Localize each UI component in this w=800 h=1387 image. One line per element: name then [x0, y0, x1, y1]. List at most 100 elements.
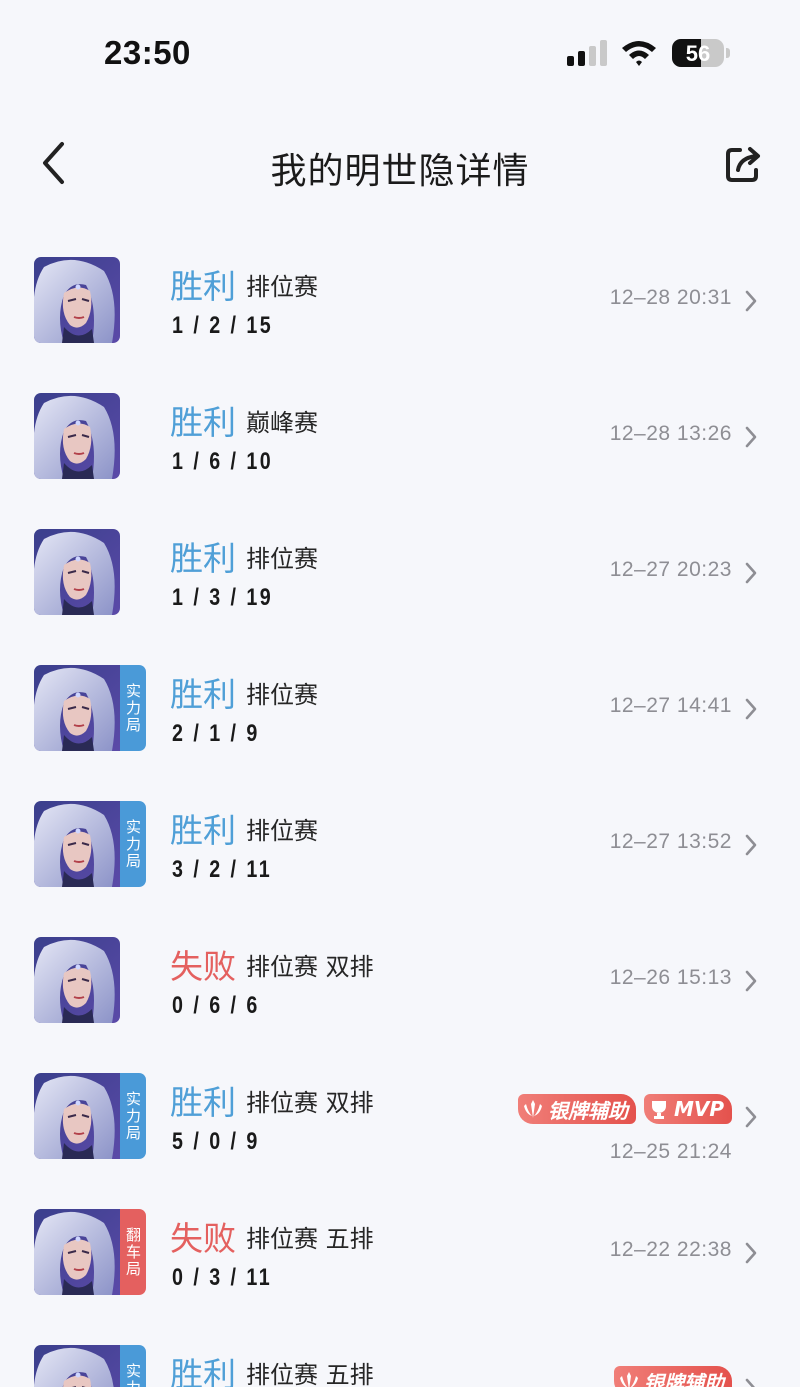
hero-portrait-icon	[34, 801, 120, 887]
match-row[interactable]: 胜利 巅峰赛 1 / 6 / 10 12–28 13:26	[0, 368, 800, 504]
battery-tip	[726, 48, 730, 58]
hero-portrait-icon	[34, 665, 120, 751]
match-row[interactable]: 翻车局 失败 排位赛 五排 0 / 3 / 11 12–22 22:38	[0, 1184, 800, 1320]
wifi-icon	[622, 41, 656, 66]
trophy-icon	[648, 1098, 670, 1120]
status-bar: 23:50 56	[0, 0, 800, 110]
hero-avatar: 实力局	[34, 665, 146, 751]
chevron-right-icon	[745, 290, 757, 312]
battery-icon: 56	[672, 39, 724, 67]
honor-badges: 银牌辅助 MVP	[517, 1094, 732, 1126]
chevron-right-icon	[745, 1106, 757, 1128]
honor-badges: 银牌辅助	[614, 1366, 732, 1387]
match-tag-badge: 实力局	[120, 801, 146, 887]
hero-avatar	[34, 937, 120, 1023]
result-label: 胜利	[170, 1083, 236, 1122]
battery-percent: 56	[685, 41, 711, 66]
page-title: 我的明世隐详情	[270, 151, 530, 192]
match-row[interactable]: 实力局胜利排位赛 五排银牌辅助	[0, 1320, 800, 1387]
match-row[interactable]: 实力局 胜利 排位赛 2 / 1 / 9 12–27 14:41	[0, 640, 800, 776]
hero-avatar: 实力局	[34, 801, 146, 887]
match-time: 12–27 20:23	[609, 558, 732, 581]
result-line: 失败 排位赛 五排	[170, 1212, 374, 1258]
result-label: 胜利	[170, 1355, 236, 1387]
match-time: 12–27 13:52	[609, 830, 732, 853]
match-row[interactable]: 胜利 排位赛 1 / 2 / 15 12–28 20:31	[0, 232, 800, 368]
badge-label: 银牌辅助	[547, 1098, 628, 1123]
honor-badge: 银牌辅助	[614, 1366, 732, 1387]
match-list: 胜利 排位赛 1 / 2 / 15 12–28 20:31 胜利 巅峰赛 1 / 6 / 1…	[0, 232, 800, 1387]
kda-stats: 0 / 3 / 11	[172, 1264, 273, 1291]
result-label: 胜利	[170, 675, 236, 714]
kda-stats: 1 / 6 / 10	[172, 448, 274, 475]
result-line: 胜利 排位赛 双排	[170, 1076, 374, 1122]
status-time: 23:50	[104, 34, 191, 71]
cellular-signal-icon	[567, 40, 607, 66]
hero-portrait-icon	[34, 1345, 120, 1387]
result-line: 胜利 排位赛	[170, 532, 318, 578]
hero-avatar: 实力局	[34, 1073, 146, 1159]
hero-portrait-icon	[34, 529, 120, 615]
result-line: 胜利 排位赛	[170, 260, 318, 306]
hero-portrait-icon	[34, 1209, 120, 1295]
match-time: 12–28 20:31	[609, 286, 732, 309]
share-button[interactable]	[722, 142, 768, 188]
match-tag-badge: 翻车局	[120, 1209, 146, 1295]
match-mode: 排位赛 双排	[246, 1088, 374, 1117]
match-time: 12–28 13:26	[609, 422, 732, 445]
match-row[interactable]: 胜利 排位赛 1 / 3 / 19 12–27 20:23	[0, 504, 800, 640]
kda-stats: 0 / 6 / 6	[172, 992, 260, 1019]
match-time: 12–27 14:41	[609, 694, 732, 717]
chevron-right-icon	[745, 970, 757, 992]
mvp-badge: MVP	[643, 1094, 732, 1124]
match-time: 12–26 15:13	[609, 966, 732, 989]
hero-portrait-icon	[34, 1073, 120, 1159]
badge-label: 银牌辅助	[644, 1370, 724, 1387]
kda-stats: 1 / 3 / 19	[172, 584, 274, 611]
result-label: 胜利	[170, 403, 236, 442]
match-mode: 排位赛	[246, 816, 318, 845]
share-icon	[726, 147, 760, 182]
match-tag-badge: 实力局	[120, 1345, 146, 1387]
chevron-right-icon	[745, 562, 757, 584]
chevron-right-icon	[745, 698, 757, 720]
result-label: 失败	[170, 947, 236, 986]
hero-avatar	[34, 257, 120, 343]
match-time: 12–25 21:24	[609, 1140, 732, 1163]
match-row[interactable]: 失败 排位赛 双排 0 / 6 / 6 12–26 15:13	[0, 912, 800, 1048]
match-mode: 排位赛 五排	[246, 1224, 374, 1253]
kda-stats: 2 / 1 / 9	[172, 720, 260, 747]
laurel-icon	[522, 1098, 544, 1120]
match-mode: 排位赛	[246, 544, 318, 573]
hero-avatar: 翻车局	[34, 1209, 146, 1295]
match-mode: 巅峰赛	[246, 408, 318, 437]
nav-bar: 我的明世隐详情	[0, 120, 800, 210]
hero-avatar: 实力局	[34, 1345, 146, 1387]
hero-avatar	[34, 393, 120, 479]
result-line: 失败 排位赛 双排	[170, 940, 374, 986]
hero-portrait-icon	[34, 393, 120, 479]
match-tag-badge: 实力局	[120, 1073, 146, 1159]
hero-avatar	[34, 529, 120, 615]
match-mode: 排位赛 双排	[246, 952, 374, 981]
match-row[interactable]: 实力局 胜利 排位赛 双排 5 / 0 / 9 银牌辅助 MVP 12–25 21:24	[0, 1048, 800, 1184]
result-label: 胜利	[170, 539, 236, 578]
kda-stats: 3 / 2 / 11	[172, 856, 273, 883]
result-label: 失败	[170, 1219, 236, 1258]
chevron-right-icon	[745, 1242, 757, 1264]
result-line: 胜利 排位赛	[170, 804, 318, 850]
match-mode: 排位赛 五排	[246, 1360, 374, 1387]
badge-label: MVP	[673, 1097, 724, 1121]
result-line: 胜利 巅峰赛	[170, 396, 318, 442]
result-label: 胜利	[170, 267, 236, 306]
match-mode: 排位赛	[246, 272, 318, 301]
kda-stats: 5 / 0 / 9	[172, 1128, 260, 1155]
result-line: 胜利 排位赛 五排	[170, 1348, 374, 1387]
chevron-right-icon	[745, 426, 757, 448]
match-mode: 排位赛	[246, 680, 318, 709]
hero-portrait-icon	[34, 937, 120, 1023]
honor-badge: 银牌辅助	[517, 1094, 636, 1124]
chevron-right-icon	[745, 834, 757, 856]
match-row[interactable]: 实力局 胜利 排位赛 3 / 2 / 11 12–27 13:52	[0, 776, 800, 912]
laurel-icon	[618, 1370, 640, 1387]
